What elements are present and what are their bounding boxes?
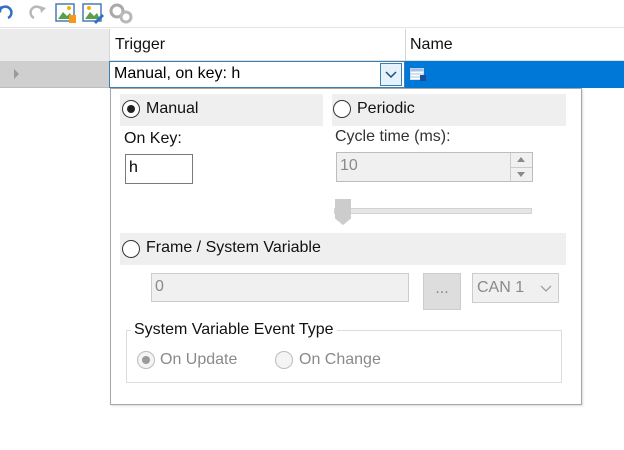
frame-variable-radio[interactable]	[122, 240, 140, 258]
gears-icon	[109, 2, 133, 24]
row-header-column	[0, 29, 110, 61]
cycle-time-slider-track[interactable]	[334, 208, 532, 214]
on-update-label: On Update	[160, 351, 238, 368]
cycle-time-input[interactable]: 10	[336, 152, 533, 182]
row-indicator[interactable]	[0, 61, 110, 88]
image-edit-icon[interactable]	[82, 2, 104, 24]
table-row[interactable]: Manual, on key: h	[0, 61, 624, 88]
on-key-input[interactable]: h	[125, 154, 193, 184]
frame-variable-label: Frame / System Variable	[146, 239, 321, 256]
channel-select[interactable]: CAN 1	[472, 273, 559, 303]
row-pointer-icon	[14, 69, 19, 79]
periodic-label: Periodic	[357, 100, 415, 117]
chevron-down-icon	[385, 71, 397, 79]
periodic-radio[interactable]	[333, 100, 351, 118]
browse-button[interactable]: ...	[423, 273, 461, 310]
on-key-label: On Key:	[124, 130, 182, 147]
on-change-label: On Change	[299, 351, 381, 368]
chevron-down-icon	[540, 285, 552, 292]
frame-variable-option-row[interactable]: Frame / System Variable	[120, 233, 566, 265]
trigger-value: Manual, on key: h	[114, 65, 241, 82]
on-update-radio[interactable]	[137, 351, 155, 369]
cycle-time-label: Cycle time (ms):	[335, 128, 451, 145]
cycle-time-value: 10	[340, 157, 358, 174]
manual-option-row[interactable]: Manual	[120, 94, 323, 126]
image-add-icon[interactable]	[55, 2, 77, 24]
cycle-time-slider-thumb[interactable]	[335, 199, 351, 225]
frame-variable-input[interactable]: 0	[151, 273, 409, 302]
chevron-up-icon	[517, 157, 525, 162]
on-change-radio[interactable]	[275, 351, 293, 369]
trigger-dropdown-panel: Manual Periodic On Key: h Cycle time (ms…	[110, 88, 582, 405]
toolbar	[0, 0, 624, 28]
trigger-combo[interactable]: Manual, on key: h	[109, 61, 405, 88]
chevron-down-icon	[517, 172, 525, 177]
undo-icon[interactable]	[0, 2, 16, 24]
spin-down-button[interactable]	[510, 167, 532, 181]
periodic-option-row[interactable]: Periodic	[332, 94, 566, 126]
manual-radio[interactable]	[122, 100, 140, 118]
event-type-title: System Variable Event Type	[131, 321, 337, 339]
column-separator[interactable]	[405, 29, 406, 61]
spin-up-button[interactable]	[510, 153, 532, 167]
column-header-trigger[interactable]: Trigger	[115, 36, 165, 54]
redo-icon	[26, 2, 48, 24]
grid-header: Trigger Name	[0, 29, 624, 61]
trigger-dropdown-button[interactable]	[380, 63, 402, 86]
manual-label: Manual	[146, 100, 199, 117]
name-cell[interactable]	[405, 61, 624, 88]
channel-value: CAN 1	[477, 279, 525, 296]
column-header-name[interactable]: Name	[410, 36, 453, 54]
table-cell-icon	[410, 68, 426, 81]
